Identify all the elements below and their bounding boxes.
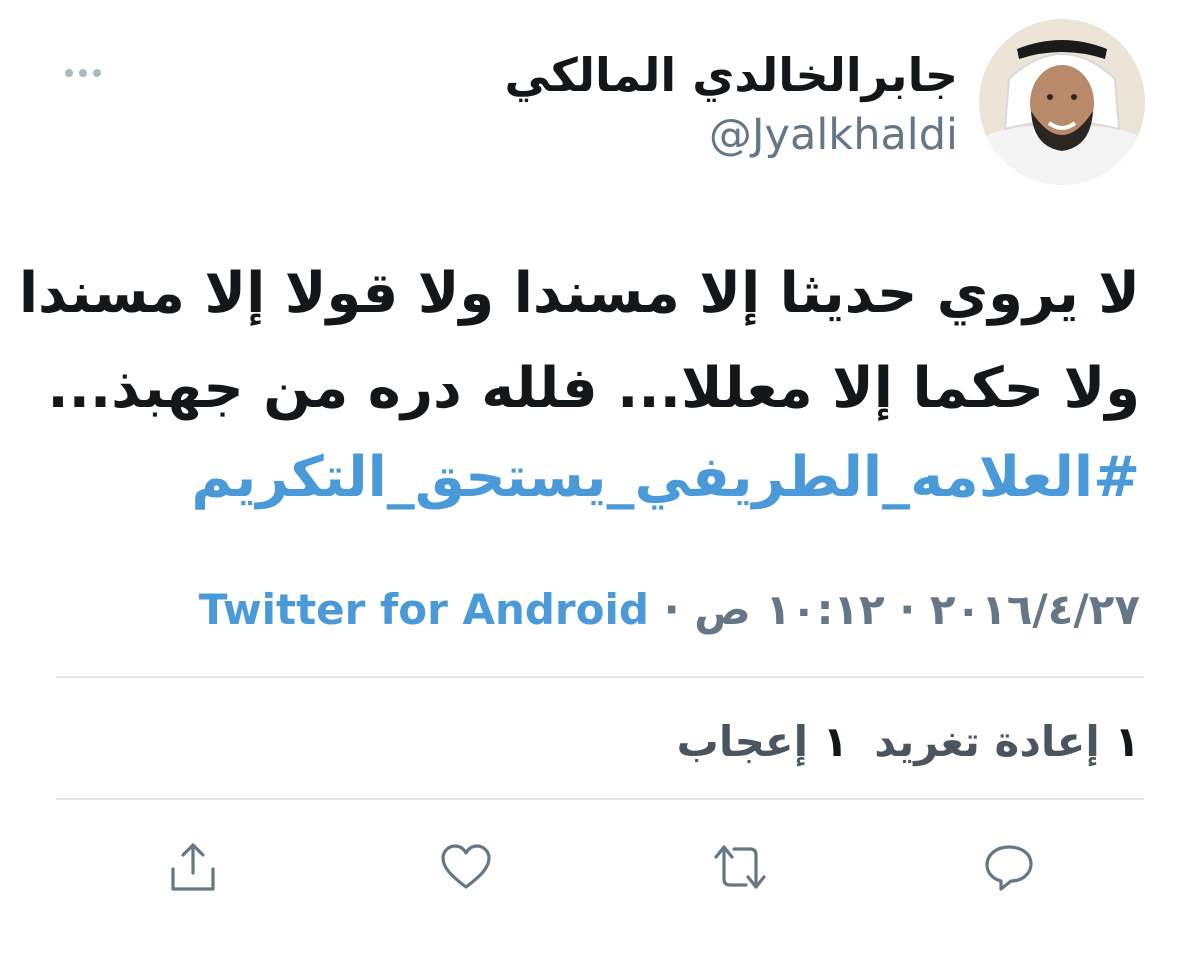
tweet-meta: ٢٠١٦/٤/٢٧ · ١٠:١٢ ص · Twitter for Androi… bbox=[199, 580, 1140, 640]
retweets-stat[interactable]: ١ إعادة تغريد bbox=[874, 717, 1140, 766]
dot-icon bbox=[93, 69, 101, 77]
likes-count: ١ bbox=[822, 717, 849, 766]
reply-button[interactable] bbox=[976, 834, 1042, 900]
like-icon bbox=[441, 844, 491, 889]
avatar[interactable] bbox=[979, 19, 1145, 185]
profile-photo-icon bbox=[979, 19, 1145, 185]
meta-separator: · bbox=[663, 585, 680, 634]
meta-separator: · bbox=[899, 585, 916, 634]
likes-stat[interactable]: ١ إعجاب bbox=[677, 717, 849, 766]
author-handle[interactable]: @Jyalkhaldi bbox=[709, 108, 958, 162]
dot-icon bbox=[79, 69, 87, 77]
share-icon bbox=[171, 843, 215, 891]
share-button[interactable] bbox=[160, 834, 226, 900]
more-options-button[interactable] bbox=[58, 58, 108, 88]
hashtag-link[interactable]: #العلامه_الطريفي_يستحق_التكريم bbox=[60, 430, 1140, 525]
like-button[interactable] bbox=[433, 834, 499, 900]
reply-icon bbox=[985, 845, 1033, 891]
divider bbox=[56, 798, 1144, 800]
tweet-source-link[interactable]: Twitter for Android bbox=[199, 585, 649, 634]
tweet-time: ١٠:١٢ ص bbox=[694, 585, 885, 634]
likes-label: إعجاب bbox=[676, 717, 808, 766]
tweet-date: ٢٠١٦/٤/٢٧ bbox=[929, 585, 1140, 634]
tweet-text: لا يروي حديثا إلا مسندا ولا قولا إلا مسن… bbox=[18, 246, 1140, 525]
divider bbox=[56, 676, 1144, 678]
dot-icon bbox=[65, 69, 73, 77]
tweet-stats: ١ إعادة تغريد١ إعجاب bbox=[677, 712, 1140, 772]
retweet-icon bbox=[714, 845, 766, 889]
tweet-line: لا يروي حديثا إلا مسندا ولا قولا إلا مسن… bbox=[18, 261, 1140, 326]
tweet-line: ولا حكما إلا معللا... فلله دره من جهبذ..… bbox=[47, 356, 1140, 421]
retweets-label: إعادة تغريد bbox=[874, 717, 1100, 766]
retweet-button[interactable] bbox=[707, 834, 773, 900]
author-display-name[interactable]: جابرالخالدي المالكي bbox=[504, 45, 958, 105]
retweets-count: ١ bbox=[1114, 717, 1140, 766]
